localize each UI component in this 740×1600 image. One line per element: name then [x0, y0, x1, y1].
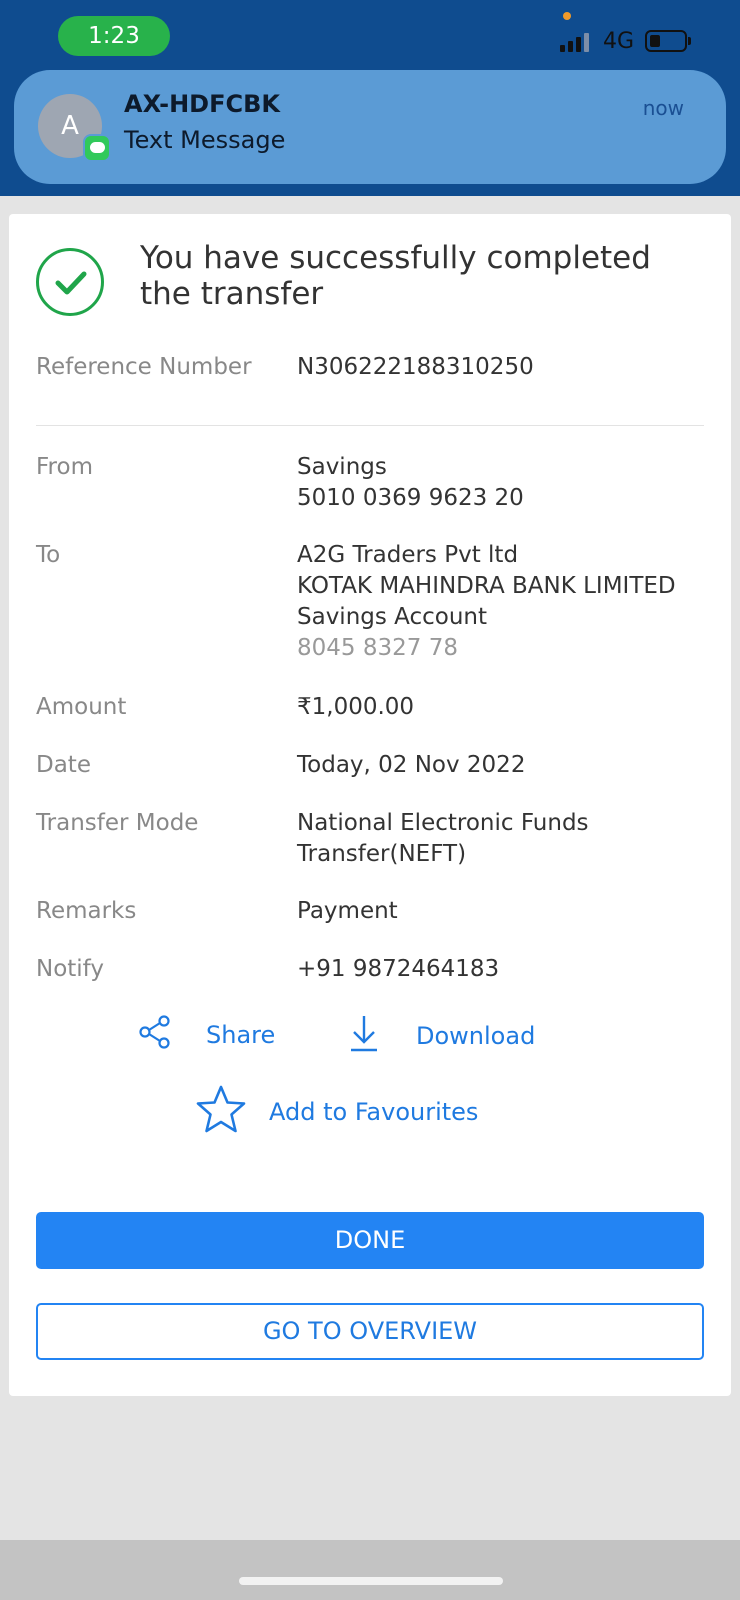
from-label: From [36, 454, 93, 480]
status-time[interactable]: 1:23 [58, 16, 170, 56]
from-account-type: Savings [297, 454, 387, 480]
privacy-indicator-dot [563, 12, 571, 20]
bottom-bar [0, 1540, 740, 1600]
home-indicator[interactable] [239, 1577, 503, 1585]
divider [36, 425, 704, 426]
favourites-label: Add to Favourites [269, 1098, 479, 1126]
from-account-number: 5010 0369 9623 20 [297, 485, 524, 511]
remarks-label: Remarks [36, 898, 137, 924]
messages-icon [83, 134, 111, 162]
transfer-mode-line2: Transfer(NEFT) [297, 841, 467, 867]
star-icon [195, 1084, 247, 1140]
share-label: Share [206, 1021, 276, 1049]
transfer-mode-label: Transfer Mode [36, 810, 199, 836]
battery-level [650, 35, 660, 47]
transfer-receipt-card: You have successfully completed the tran… [9, 214, 731, 1396]
check-circle-icon [36, 248, 104, 316]
notification-body: Text Message [124, 126, 286, 154]
share-button[interactable]: Share [137, 1014, 275, 1056]
battery-icon [645, 30, 687, 52]
notification-time: now [642, 96, 684, 120]
battery-nub [688, 37, 691, 45]
to-label: To [36, 542, 61, 568]
date-label: Date [36, 752, 91, 778]
payee-name: A2G Traders Pvt ltd [297, 542, 519, 568]
download-button[interactable]: Download [349, 1014, 535, 1058]
network-type: 4G [603, 29, 635, 54]
transfer-mode-value: National Electronic Funds Transfer(NEFT) [297, 808, 717, 870]
to-value: A2G Traders Pvt ltd KOTAK MAHINDRA BANK … [297, 540, 717, 664]
date-value: Today, 02 Nov 2022 [297, 752, 526, 778]
notify-label: Notify [36, 956, 104, 982]
amount-label: Amount [36, 694, 127, 720]
download-label: Download [416, 1022, 536, 1050]
share-icon [137, 1014, 173, 1056]
sms-notification-banner[interactable]: A AX-HDFCBK Text Message now [14, 70, 726, 184]
success-message: You have successfully completed the tran… [140, 240, 651, 312]
transfer-mode-line1: National Electronic Funds [297, 810, 589, 836]
reference-value: N306222188310250 [297, 354, 534, 380]
payee-account-number: 8045 8327 78 [297, 635, 458, 661]
notify-value: +91 9872464183 [297, 956, 500, 982]
from-value: Savings 5010 0369 9623 20 [297, 452, 717, 514]
reference-label: Reference Number [36, 354, 252, 380]
signal-strength-icon [560, 32, 590, 52]
payee-bank: KOTAK MAHINDRA BANK LIMITED [297, 573, 676, 599]
notification-sender: AX-HDFCBK [124, 90, 280, 118]
done-button[interactable]: DONE [36, 1212, 704, 1269]
add-to-favourites-button[interactable]: Add to Favourites [195, 1084, 478, 1140]
amount-value: ₹1,000.00 [297, 694, 415, 720]
go-to-overview-button[interactable]: GO TO OVERVIEW [36, 1303, 704, 1360]
remarks-value: Payment [297, 898, 398, 924]
payee-account-type: Savings Account [297, 604, 488, 630]
download-icon [349, 1014, 379, 1058]
status-bar: 1:23 4G A AX-HDFCBK Text Message now [0, 0, 740, 196]
